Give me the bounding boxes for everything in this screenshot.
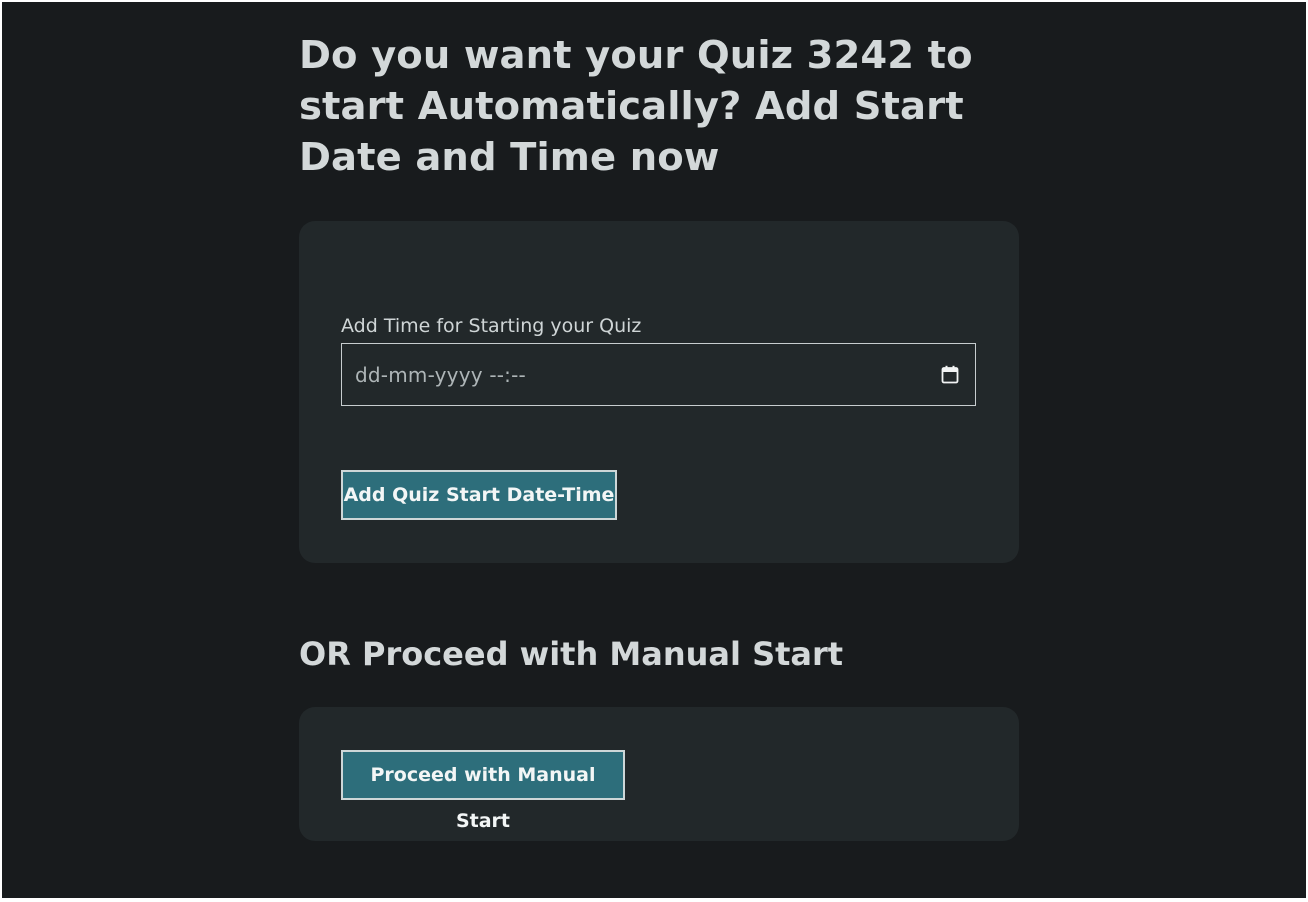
start-datetime-input[interactable]: dd-mm-yyyy --:-- — [341, 343, 976, 406]
proceed-manual-start-button[interactable]: Proceed with Manual Start — [341, 750, 625, 832]
page-viewport: Do you want your Quiz 3242 to start Auto… — [2, 2, 1306, 898]
calendar-icon[interactable] — [941, 365, 959, 384]
datetime-placeholder: dd-mm-yyyy --:-- — [355, 363, 526, 387]
start-time-label: Add Time for Starting your Quiz — [341, 315, 642, 337]
manual-start-title: OR Proceed with Manual Start — [299, 635, 844, 673]
page-title: Do you want your Quiz 3242 to start Auto… — [299, 33, 973, 180]
add-quiz-start-datetime-button[interactable]: Add Quiz Start Date-Time — [341, 470, 617, 520]
